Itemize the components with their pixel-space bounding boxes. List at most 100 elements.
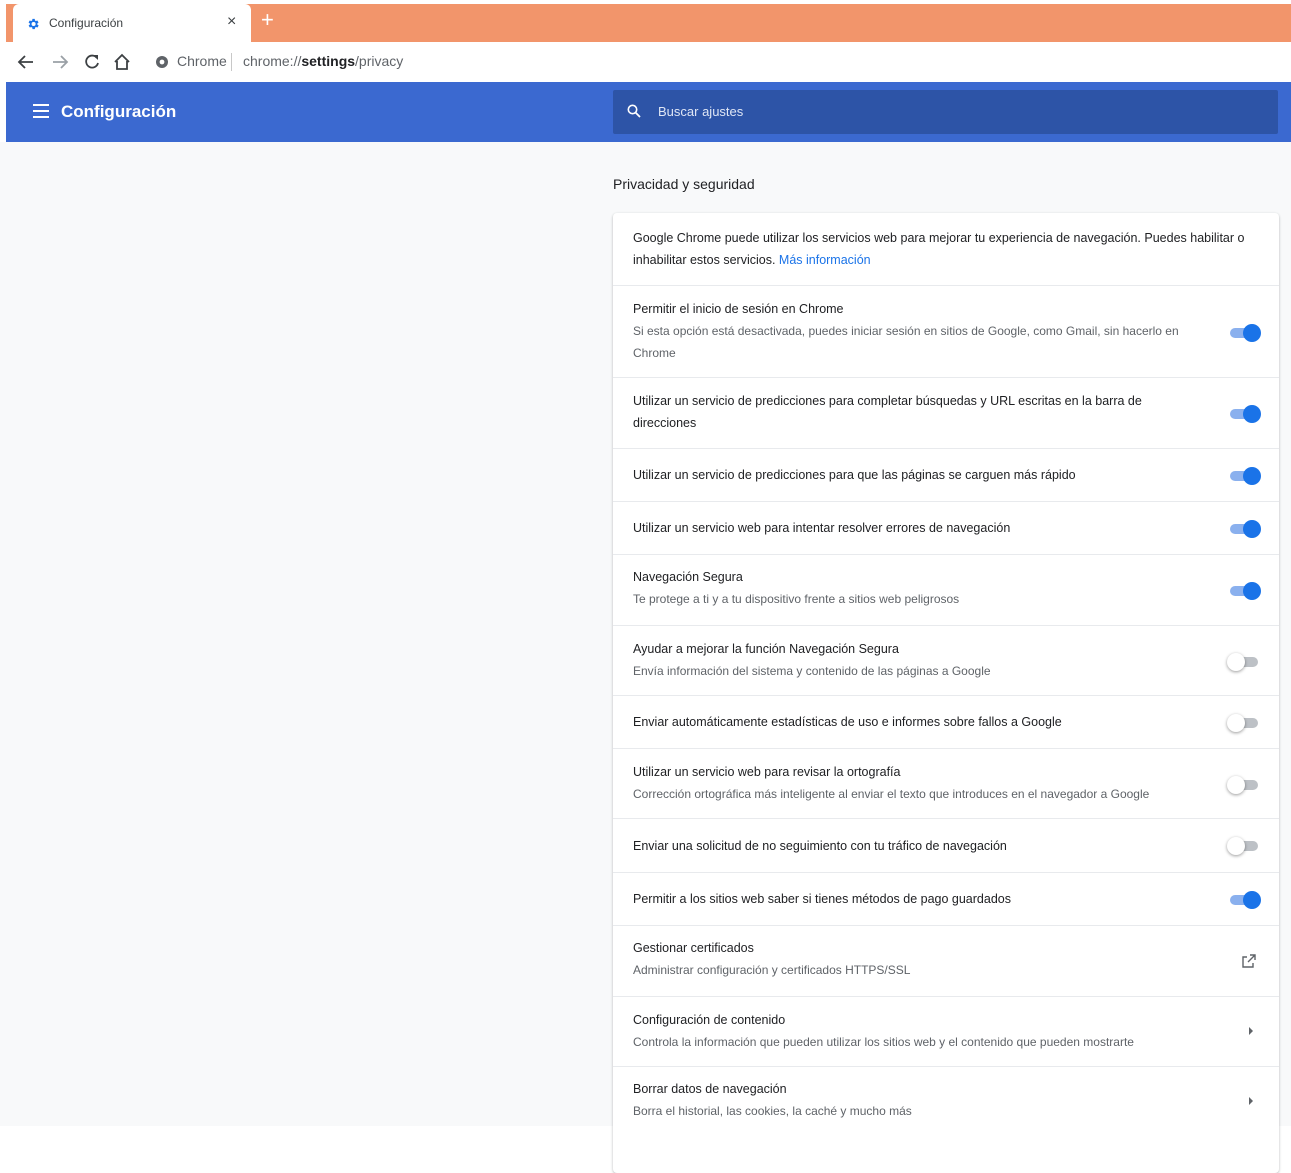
- row-sublabel: Si esta opción está desactivada, puedes …: [633, 324, 1179, 360]
- reload-icon[interactable]: [83, 53, 101, 71]
- search-placeholder: Buscar ajustes: [658, 104, 744, 119]
- toggle-switch[interactable]: [1227, 322, 1261, 342]
- row-text: Ayudar a mejorar la función Navegación S…: [633, 638, 1205, 682]
- settings-row[interactable]: Utilizar un servicio web para revisar la…: [613, 748, 1279, 819]
- toggle-switch[interactable]: [1227, 651, 1261, 671]
- tab-settings[interactable]: Configuración ×: [13, 4, 251, 42]
- row-text: Utilizar un servicio web para revisar la…: [633, 761, 1205, 805]
- toggle-switch[interactable]: [1227, 889, 1261, 909]
- settings-row[interactable]: Configuración de contenido Controla la in…: [613, 996, 1279, 1067]
- external-link-icon[interactable]: [1241, 953, 1257, 969]
- toggle-knob: [1243, 891, 1261, 909]
- row-text: Navegación Segura Te protege a ti y a tu …: [633, 566, 1205, 610]
- toggle-switch[interactable]: [1227, 518, 1261, 538]
- tab-title: Configuración: [49, 16, 124, 30]
- row-text: Utilizar un servicio de predicciones par…: [633, 464, 1205, 486]
- settings-header: Configuración Buscar ajustes: [6, 82, 1291, 142]
- row-label: Permitir el inicio de sesión en Chrome: [633, 302, 844, 316]
- toggle-switch[interactable]: [1227, 712, 1261, 732]
- row-label: Enviar automáticamente estadísticas de u…: [633, 715, 1062, 729]
- row-label: Permitir a los sitios web saber si tiene…: [633, 892, 1011, 906]
- toggle-knob: [1227, 714, 1245, 732]
- settings-row[interactable]: Permitir a los sitios web saber si tiene…: [613, 872, 1279, 926]
- row-label: Configuración de contenido: [633, 1013, 786, 1027]
- toggle-knob: [1227, 776, 1245, 794]
- omnibox-chip: Chrome: [177, 53, 227, 69]
- toggle-knob: [1227, 653, 1245, 671]
- url-host: settings: [301, 53, 356, 69]
- toggle-knob: [1227, 837, 1245, 855]
- arrow-right-icon[interactable]: [1247, 1096, 1255, 1106]
- new-tab-button[interactable]: +: [261, 9, 274, 31]
- settings-row[interactable]: Navegación Segura Te protege a ti y a tu …: [613, 554, 1279, 626]
- toggle-knob: [1243, 324, 1261, 342]
- row-label: Enviar una solicitud de no seguimiento c…: [633, 839, 1007, 853]
- row-text: Utilizar un servicio web para intentar r…: [633, 517, 1205, 539]
- row-label: Utilizar un servicio web para revisar la…: [633, 765, 901, 779]
- chrome-icon: [156, 56, 168, 68]
- row-sublabel: Borra el historial, las cookies, la cach…: [633, 1104, 912, 1118]
- row-sublabel: Administrar configuración y certificados…: [633, 963, 911, 977]
- row-sublabel: Controla la información que pueden utili…: [633, 1035, 1134, 1049]
- omnibox-separator: [231, 53, 232, 71]
- row-text: Enviar una solicitud de no seguimiento c…: [633, 835, 1205, 857]
- forward-icon[interactable]: [51, 54, 69, 70]
- search-input[interactable]: Buscar ajustes: [613, 90, 1278, 134]
- row-label: Utilizar un servicio de predicciones par…: [633, 468, 1076, 482]
- settings-row[interactable]: Ayudar a mejorar la función Navegación S…: [613, 625, 1279, 696]
- row-text: Permitir a los sitios web saber si tiene…: [633, 888, 1205, 910]
- intro-body: Google Chrome puede utilizar los servici…: [633, 231, 1245, 267]
- row-label: Gestionar certificados: [633, 941, 754, 955]
- back-icon[interactable]: [17, 54, 35, 70]
- row-sublabel: Te protege a ti y a tu dispositivo frent…: [633, 592, 960, 606]
- search-icon: [627, 104, 641, 118]
- browser-toolbar: Chrome chrome://settings/privacy: [0, 44, 1291, 80]
- row-text: Gestionar certificados Administrar config…: [633, 937, 1205, 981]
- intro-text: Google Chrome puede utilizar los servici…: [633, 227, 1255, 271]
- toggle-knob: [1243, 582, 1261, 600]
- gear-icon: [28, 18, 39, 30]
- toggle-switch[interactable]: [1227, 465, 1261, 485]
- settings-content: Privacidad y seguridad Google Chrome pue…: [0, 142, 1291, 1173]
- settings-row[interactable]: Enviar una solicitud de no seguimiento c…: [613, 818, 1279, 873]
- settings-row[interactable]: Utilizar un servicio de predicciones par…: [613, 377, 1279, 449]
- row-text: Configuración de contenido Controla la in…: [633, 1009, 1205, 1053]
- toggle-knob: [1243, 405, 1261, 423]
- address-bar[interactable]: chrome://settings/privacy: [243, 53, 403, 69]
- row-label: Utilizar un servicio web para intentar r…: [633, 521, 1011, 535]
- close-tab-icon[interactable]: ×: [227, 14, 236, 30]
- settings-row[interactable]: Enviar automáticamente estadísticas de u…: [613, 695, 1279, 749]
- menu-icon[interactable]: [33, 104, 49, 118]
- privacy-card: Google Chrome puede utilizar los servici…: [613, 213, 1279, 1173]
- row-label: Borrar datos de navegación: [633, 1082, 787, 1096]
- settings-row[interactable]: Utilizar un servicio de predicciones par…: [613, 448, 1279, 502]
- row-label: Utilizar un servicio de predicciones par…: [633, 394, 1142, 430]
- more-info-link[interactable]: Más información: [779, 253, 871, 267]
- settings-row[interactable]: Permitir el inicio de sesión en Chrome Si…: [613, 285, 1279, 378]
- page-title: Configuración: [61, 102, 177, 121]
- intro-row: Google Chrome puede utilizar los servici…: [613, 213, 1279, 285]
- settings-row[interactable]: Borrar datos de navegación Borra el histo…: [613, 1066, 1279, 1138]
- toggle-knob: [1243, 467, 1261, 485]
- section-title: Privacidad y seguridad: [613, 176, 755, 192]
- row-text: Borrar datos de navegación Borra el histo…: [633, 1078, 1205, 1122]
- home-icon[interactable]: [113, 53, 131, 71]
- row-sublabel: Envía información del sistema y contenid…: [633, 664, 991, 678]
- row-sublabel: Corrección ortográfica más inteligente a…: [633, 787, 1150, 801]
- arrow-right-icon[interactable]: [1247, 1026, 1255, 1036]
- row-label: Navegación Segura: [633, 570, 743, 584]
- toggle-switch[interactable]: [1227, 580, 1261, 600]
- toggle-switch[interactable]: [1227, 774, 1261, 794]
- toggle-knob: [1243, 520, 1261, 538]
- row-text: Permitir el inicio de sesión en Chrome Si…: [633, 298, 1205, 364]
- row-text: Utilizar un servicio de predicciones par…: [633, 390, 1205, 434]
- url-path: /privacy: [355, 53, 404, 69]
- toggle-switch[interactable]: [1227, 835, 1261, 855]
- row-text: Enviar automáticamente estadísticas de u…: [633, 711, 1205, 733]
- settings-row[interactable]: Gestionar certificados Administrar config…: [613, 925, 1279, 997]
- url-scheme: chrome://: [243, 53, 302, 69]
- toggle-switch[interactable]: [1227, 403, 1261, 423]
- row-label: Ayudar a mejorar la función Navegación S…: [633, 642, 899, 656]
- settings-row[interactable]: Utilizar un servicio web para intentar r…: [613, 501, 1279, 555]
- tab-strip: Configuración × +: [0, 0, 1291, 44]
